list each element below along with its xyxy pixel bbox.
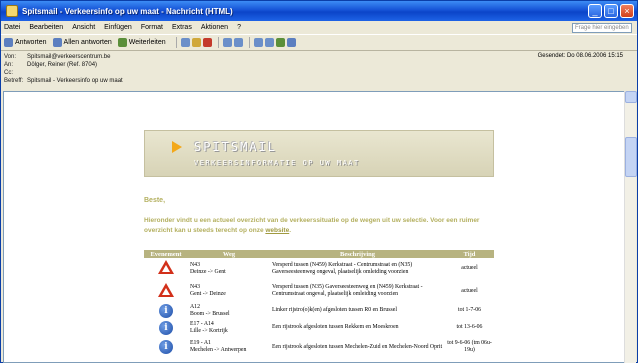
description: Een rijstrook afgesloten tussen Mechelen… [270,336,445,359]
minimize-button[interactable]: _ [588,4,602,18]
description: Linker rijstro(o)k(en) afgesloten tussen… [270,302,445,320]
toolbar-separator [175,37,177,48]
info-icon: i [159,303,173,318]
subject-value: Spitsmail - Verkeersinfo op uw maat [27,78,123,84]
description: Versperd tussen (N35) Gaverseesteenweg e… [270,280,445,303]
table-row: i A12 Boom -> Brussel Linker rijstro(o)k(… [144,302,494,320]
info-icon: i [159,340,173,354]
cc-label: Cc: [4,70,13,76]
vertical-scrollbar[interactable] [624,91,637,363]
road-number: A12 [190,303,200,310]
window-title: Spitsmail - Verkeersinfo op uw maat - Na… [22,6,233,16]
envelope-icon [6,5,18,17]
description: Een rijstrook afgesloten tussen Rekkem e… [270,319,445,337]
toolbar-separator [217,37,219,48]
spitsmail-newsletter: SPITSMAIL VERKEERSINFORMATIE OP UW MAAT … [144,130,494,359]
menu-einfuegen[interactable]: Einfügen [104,24,132,31]
play-arrow-icon [172,141,182,153]
message-body[interactable]: SPITSMAIL VERKEERSINFORMATIE OP UW MAAT … [3,91,625,363]
from-label: Von: [4,54,17,60]
road-direction: Deinze -> Gent [190,268,226,275]
spitsmail-banner: SPITSMAIL VERKEERSINFORMATIE OP UW MAAT [144,130,494,177]
forward-icon [117,38,127,47]
greeting: Beste, [144,197,166,204]
subject-label: Betreff: [4,78,24,84]
toolbar-separator [248,37,250,48]
menu-ansicht[interactable]: Ansicht [72,24,95,31]
reply-all-button[interactable]: Allen antworten [52,38,112,47]
to-label: An: [4,62,14,68]
warning-icon [158,282,174,297]
close-button[interactable]: × [620,4,634,18]
next-item-icon[interactable] [264,38,274,47]
description: Versperd tussen (N459) Kerkstraat - Cent… [270,258,445,281]
reply-icon [4,38,13,47]
road-number: E17 - A14 [190,320,214,327]
flag-icon[interactable] [202,38,212,47]
road-number: N43 [190,261,200,268]
move-folder-icon[interactable] [222,38,232,47]
road-direction: Gent -> Deinze [190,291,226,297]
window-controls: _ □ × [588,4,634,18]
table-row: N43 Deinze -> Gent Versperd tussen (N459)… [144,258,494,281]
info-icon: i [159,320,173,335]
to-value[interactable]: Dölger, Reiner (Ref. 8704) [27,61,97,69]
intro-text: Hieronder vindt u een actueel overzicht … [144,217,480,234]
menu-bar: Datei Bearbeiten Ansicht Einfügen Format… [1,21,637,34]
warning-icon [158,260,174,275]
col-weg: Weg [188,250,270,258]
menu-aktionen[interactable]: Aktionen [201,24,228,31]
website-link[interactable]: website [265,227,289,234]
outlook-message-window: Spitsmail - Verkeersinfo op uw maat - Na… [0,0,638,363]
traffic-table: Evenement Weg Beschrijving Tijd N43 Deinz… [144,250,494,359]
address-book-icon[interactable] [275,38,285,47]
brand-tagline: VERKEERSINFORMATIE OP UW MAAT [194,159,360,167]
title-bar[interactable]: Spitsmail - Verkeersinfo op uw maat - Na… [1,1,637,21]
previous-item-icon[interactable] [253,38,263,47]
period: actueel [445,280,494,303]
menu-format[interactable]: Format [141,24,163,31]
road-direction: Mechelen -> Antwerpen [190,347,247,353]
road-direction: Boom -> Brussel [190,310,230,317]
col-beschrijving: Beschrijving [270,250,445,258]
scroll-thumb[interactable] [625,137,637,177]
table-row: i E17 - A14 Lille -> Kortrijk Een rijstro… [144,319,494,337]
delete-icon[interactable] [233,38,243,47]
scroll-up-arrow-icon[interactable] [625,91,637,103]
menu-bearbeiten[interactable]: Bearbeiten [29,24,63,31]
reply-button[interactable]: Antworten [4,38,47,47]
table-row: N43 Gent -> Deinze Versperd tussen (N35) … [144,280,494,303]
menu-datei[interactable]: Datei [4,24,20,31]
ask-question-input[interactable]: Frage hier eingeben [572,23,632,33]
maximize-button[interactable]: □ [604,4,618,18]
period: tot 13-6-06 [445,319,494,337]
reply-all-icon [52,38,62,47]
road-number: N43 [190,284,200,290]
road-direction: Lille -> Kortrijk [190,327,228,334]
sent-date: Gesendet: Do 08.06.2006 15:15 [537,53,623,59]
lock-icon[interactable] [191,38,201,47]
table-row: i E19 - A1 Mechelen -> Antwerpen Een rijs… [144,336,494,359]
toolbar: Antworten Allen antworten Weiterleiten [1,34,637,51]
message-header: Von: Spitsmail@verkeerscentrum.be An: Dölg… [1,51,637,91]
period: tot 1-7-06 [445,302,494,320]
period: actueel [445,258,494,281]
print-icon[interactable] [180,38,190,47]
brand-title: SPITSMAIL [194,140,278,154]
help-icon[interactable] [286,38,296,47]
col-tijd: Tijd [445,250,494,258]
col-evenement: Evenement [144,250,188,258]
menu-extras[interactable]: Extras [172,24,192,31]
from-value[interactable]: Spitsmail@verkeerscentrum.be [27,53,110,61]
menu-help[interactable]: ? [237,24,241,31]
road-number: E19 - A1 [190,340,211,346]
forward-button[interactable]: Weiterleiten [117,38,166,47]
period: tot 9-6-06 (tm 06u-19u) [445,336,494,359]
